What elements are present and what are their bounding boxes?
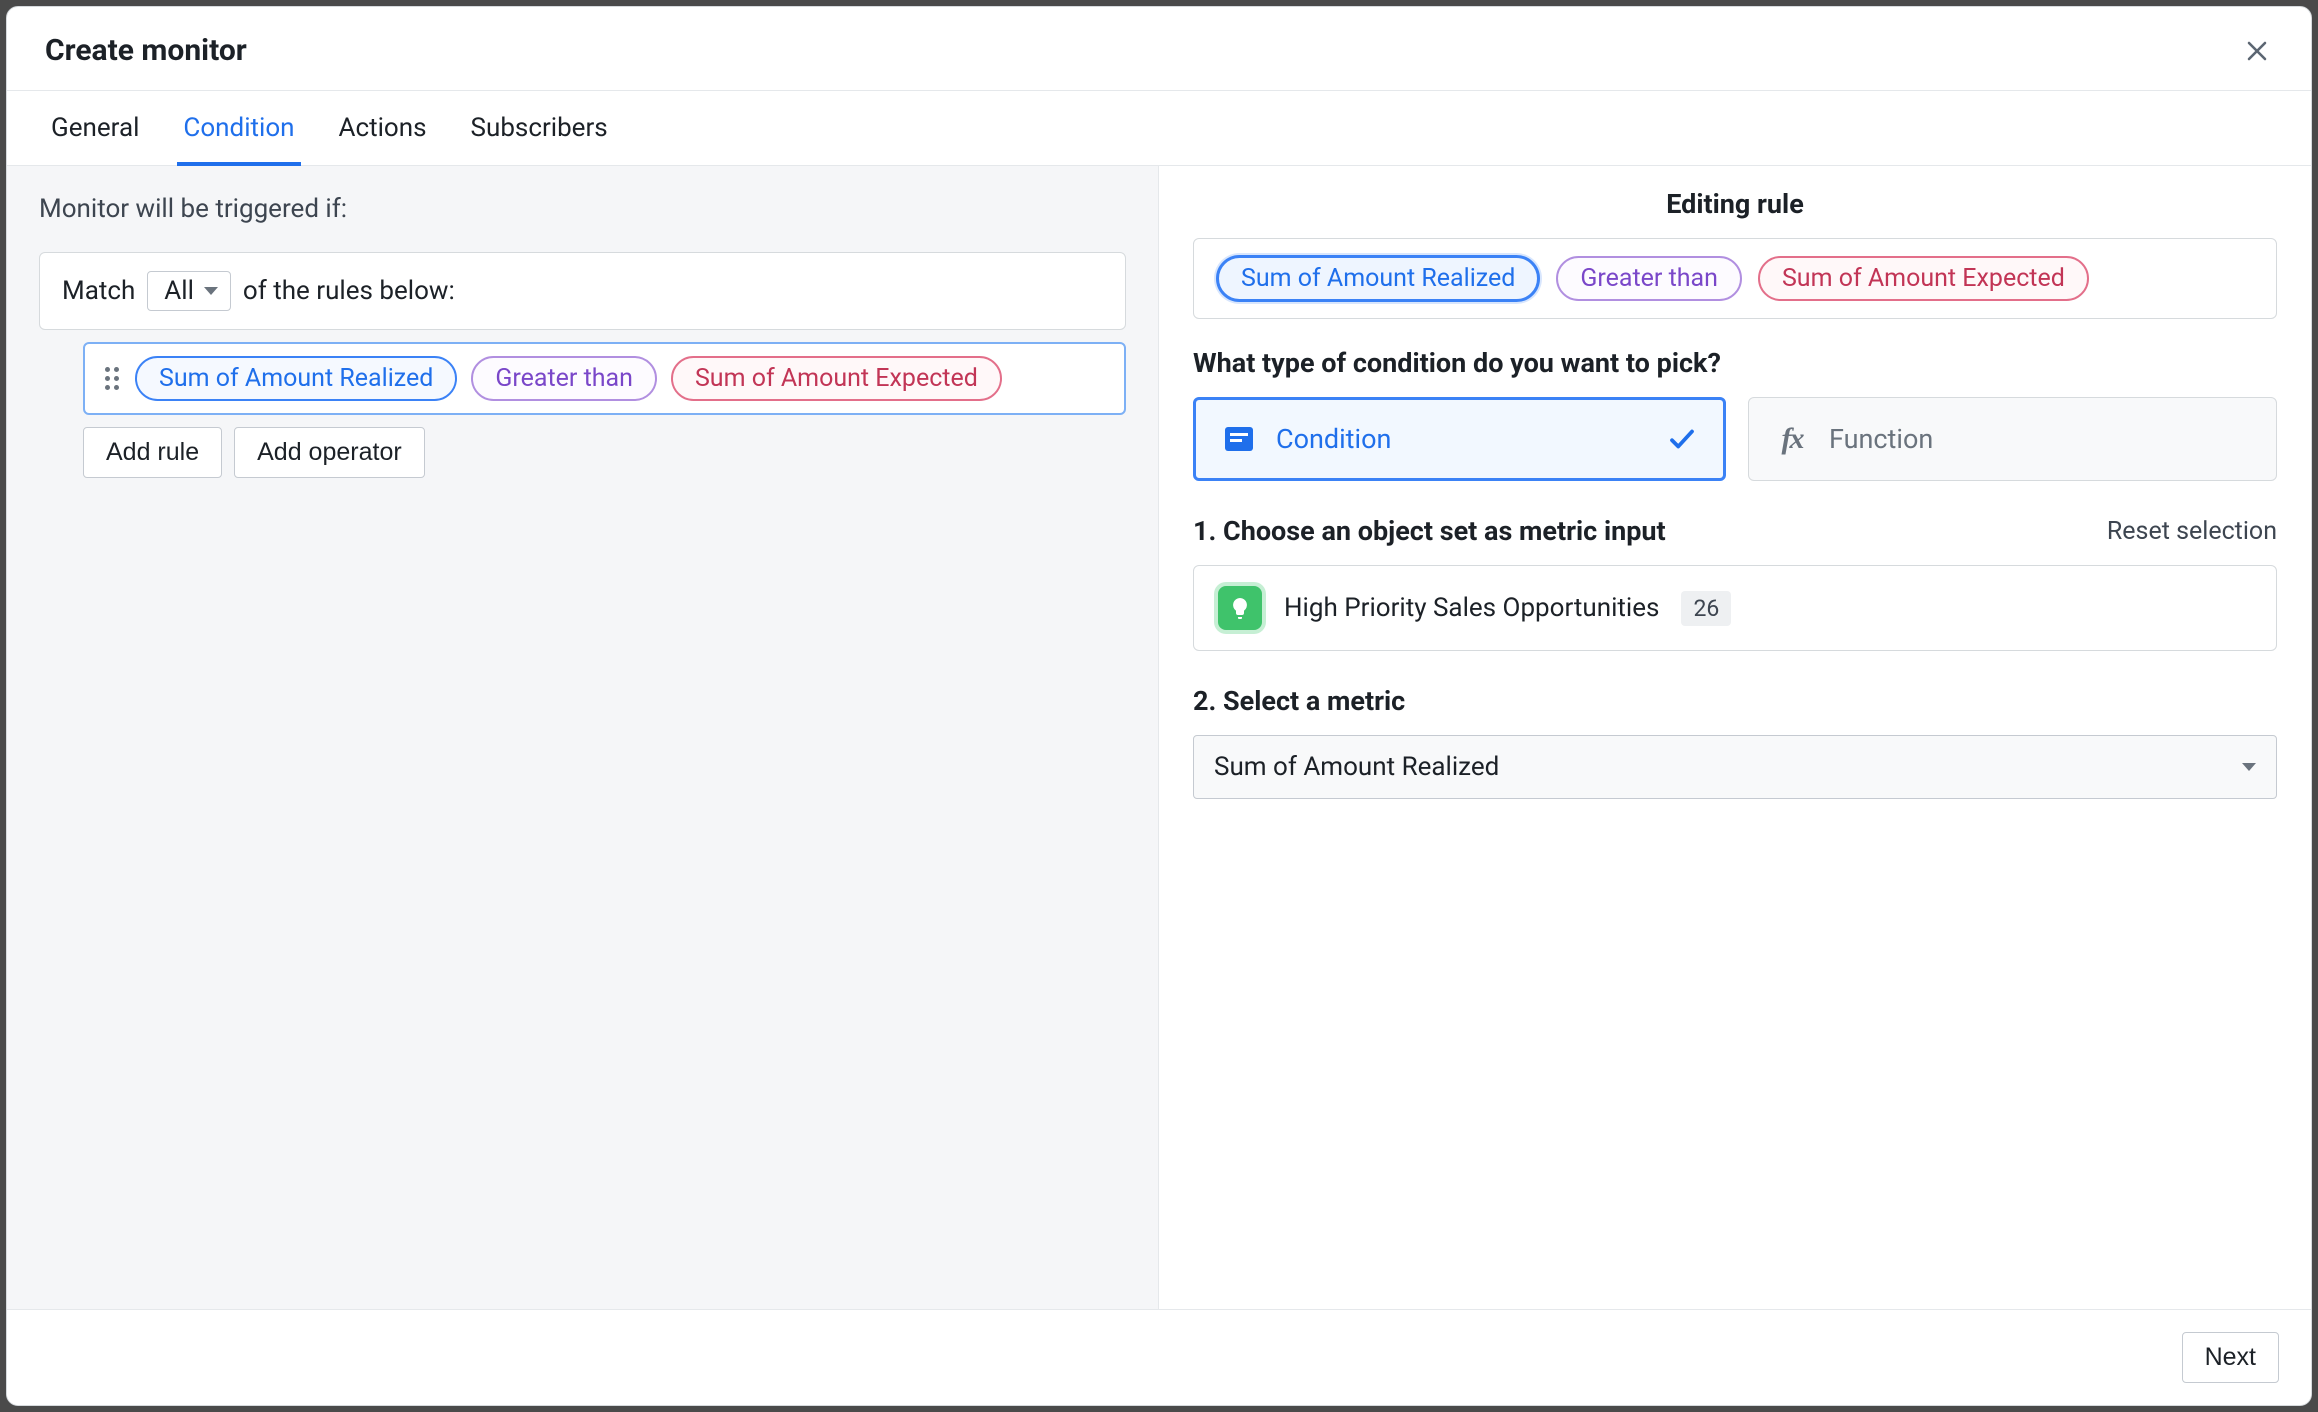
rule-row[interactable]: Sum of Amount Realized Greater than Sum …	[83, 342, 1126, 415]
object-set-name: High Priority Sales Opportunities	[1284, 593, 1659, 623]
match-prefix: Match	[62, 276, 135, 306]
summary-operator-pill[interactable]: Greater than	[1556, 256, 1742, 301]
condition-icon	[1222, 422, 1256, 456]
match-box: Match All of the rules below:	[39, 252, 1126, 330]
caret-down-icon	[2242, 763, 2256, 771]
type-card-condition-label: Condition	[1276, 423, 1391, 455]
tab-condition[interactable]: Condition	[177, 91, 300, 165]
summary-left-pill[interactable]: Sum of Amount Realized	[1216, 255, 1540, 302]
right-pane: Editing rule Sum of Amount Realized Grea…	[1159, 166, 2311, 1309]
summary-right-pill[interactable]: Sum of Amount Expected	[1758, 256, 2089, 301]
step1-title: 1. Choose an object set as metric input	[1193, 515, 1666, 547]
object-set-count: 26	[1681, 591, 1731, 626]
tab-subscribers[interactable]: Subscribers	[465, 91, 614, 165]
type-card-condition[interactable]: Condition	[1193, 397, 1726, 481]
function-icon: fx	[1775, 422, 1809, 456]
condition-type-row: Condition fx Function	[1193, 397, 2277, 481]
tab-general[interactable]: General	[45, 91, 145, 165]
step2-title: 2. Select a metric	[1193, 685, 2277, 717]
rules-container: Sum of Amount Realized Greater than Sum …	[83, 342, 1126, 478]
trigger-prompt: Monitor will be triggered if:	[39, 194, 1126, 224]
metric-select[interactable]: Sum of Amount Realized	[1193, 735, 2277, 799]
lightbulb-icon	[1218, 586, 1262, 630]
drag-handle-icon[interactable]	[103, 365, 121, 392]
modal-footer: Next	[7, 1309, 2311, 1405]
reset-selection-link[interactable]: Reset selection	[2107, 517, 2277, 546]
step1-header: 1. Choose an object set as metric input …	[1193, 515, 2277, 547]
check-icon	[1667, 424, 1697, 454]
rule-summary: Sum of Amount Realized Greater than Sum …	[1193, 238, 2277, 319]
match-select-value: All	[164, 276, 194, 306]
add-rule-button[interactable]: Add rule	[83, 427, 222, 478]
match-select[interactable]: All	[147, 271, 231, 311]
metric-select-value: Sum of Amount Realized	[1214, 752, 1499, 782]
left-pane: Monitor will be triggered if: Match All …	[7, 166, 1159, 1309]
modal-title: Create monitor	[45, 33, 247, 68]
rule-right-pill[interactable]: Sum of Amount Expected	[671, 356, 1002, 401]
object-set-box[interactable]: High Priority Sales Opportunities 26	[1193, 565, 2277, 651]
modal-header: Create monitor	[7, 7, 2311, 91]
caret-down-icon	[204, 287, 218, 295]
close-icon	[2245, 39, 2269, 63]
tab-actions[interactable]: Actions	[333, 91, 433, 165]
rule-operator-pill[interactable]: Greater than	[471, 356, 657, 401]
editing-rule-title: Editing rule	[1193, 188, 2277, 220]
create-monitor-modal: Create monitor General Condition Actions…	[6, 6, 2312, 1406]
next-button[interactable]: Next	[2182, 1332, 2279, 1383]
tabs: General Condition Actions Subscribers	[7, 91, 2311, 166]
add-operator-button[interactable]: Add operator	[234, 427, 425, 478]
match-suffix: of the rules below:	[243, 276, 455, 306]
rule-left-pill[interactable]: Sum of Amount Realized	[135, 356, 457, 401]
condition-type-question: What type of condition do you want to pi…	[1193, 347, 2277, 379]
type-card-function-label: Function	[1829, 423, 1933, 455]
close-button[interactable]	[2237, 35, 2277, 67]
type-card-function[interactable]: fx Function	[1748, 397, 2277, 481]
modal-body: Monitor will be triggered if: Match All …	[7, 166, 2311, 1309]
rule-actions: Add rule Add operator	[83, 427, 1126, 478]
